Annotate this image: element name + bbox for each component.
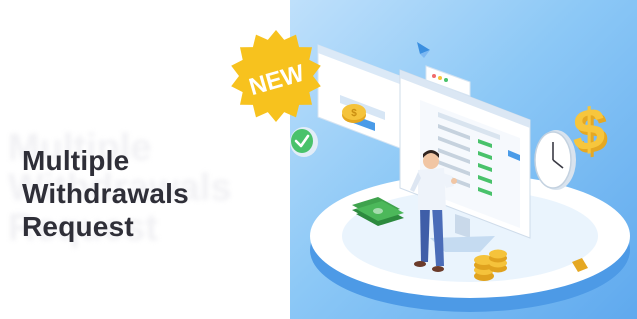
checkmark-icon: [290, 127, 318, 157]
svg-text:$: $: [573, 95, 605, 164]
isometric-illustration: NEW $ $ $: [231, 30, 630, 312]
svg-text:$: $: [351, 108, 357, 119]
wall-clock-icon: [534, 130, 576, 190]
promo-banner: Multiple Withdrawals Request Multiple Wi…: [0, 0, 637, 319]
coin-icon: $: [342, 104, 366, 123]
new-badge-icon: NEW: [231, 30, 321, 122]
paper-plane-icon: [417, 42, 430, 58]
dollar-sign-icon: $ $: [573, 95, 608, 168]
back-window-panel: [317, 44, 406, 151]
